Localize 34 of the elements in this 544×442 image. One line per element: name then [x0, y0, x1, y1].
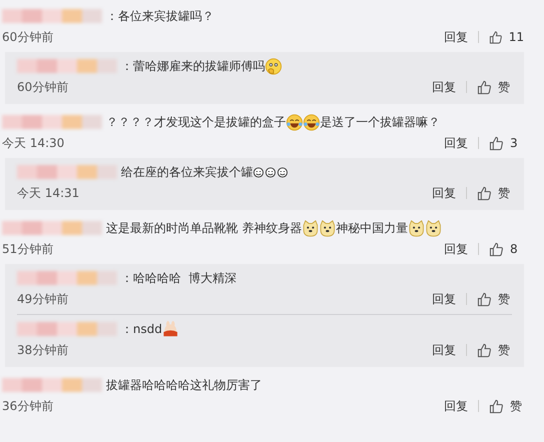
comment-text: 拔罐器哈哈哈哈这礼物厉害了	[106, 376, 262, 394]
comment-text: ：各位来宾拔罐吗？	[106, 8, 214, 24]
timestamp: 36分钟前	[2, 398, 54, 414]
like-count: 3	[510, 136, 518, 150]
comment-text: ：蕾哈娜雇来的拔罐师傅吗	[121, 58, 265, 74]
like-count: 赞	[498, 342, 510, 358]
timestamp: 60分钟前	[2, 28, 54, 46]
like-count: 赞	[510, 398, 522, 414]
like-count: 11	[508, 30, 524, 44]
reply-link[interactable]: 回复	[432, 290, 456, 308]
like-count: 8	[510, 242, 518, 256]
timestamp: 60分钟前	[17, 78, 68, 96]
reply-link[interactable]: 回复	[444, 28, 468, 46]
comment-text: 这是最新的时尚单品靴靴 养神纹身器	[106, 220, 302, 236]
comment-text: ：哈哈哈哈 博大精深	[121, 270, 237, 286]
timestamp: 51分钟前	[2, 240, 54, 258]
timestamp: 今天 14:31	[17, 184, 80, 202]
reply-link[interactable]: 回复	[432, 184, 456, 202]
comment-text: ？？？？才发现这个是拔罐的盒子	[106, 114, 286, 130]
comment-text: 神秘中国力量	[336, 220, 408, 236]
comment-text: 给在座的各位来宾拔个罐	[121, 164, 253, 180]
reply-link[interactable]: 回复	[444, 240, 468, 258]
like-count: 赞	[498, 290, 510, 308]
like-count: 赞	[498, 184, 510, 202]
comment-text: 是送了一个拔罐器嘛？	[320, 114, 440, 130]
reply-link[interactable]: 回复	[444, 134, 468, 152]
timestamp: 49分钟前	[17, 290, 68, 308]
reply-link[interactable]: 回复	[432, 78, 456, 96]
reply-link[interactable]: 回复	[444, 398, 468, 414]
like-count: 赞	[498, 78, 510, 96]
timestamp: 38分钟前	[17, 342, 68, 358]
timestamp: 今天 14:30	[2, 134, 64, 152]
comment-text: ：nsdd	[121, 320, 162, 338]
reply-link[interactable]: 回复	[432, 342, 456, 358]
